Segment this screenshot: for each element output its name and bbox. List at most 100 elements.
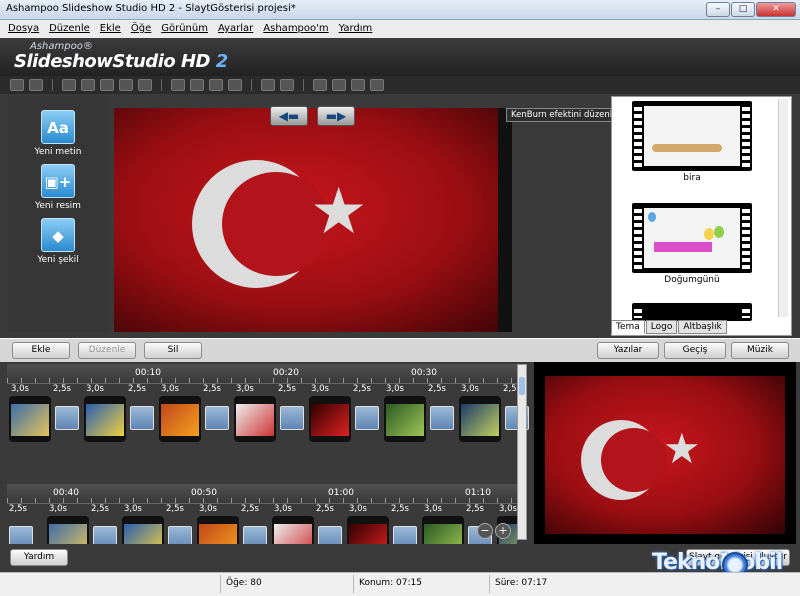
timeline-scrollbar[interactable] (517, 364, 527, 540)
timeline-clip[interactable] (272, 516, 314, 544)
flip-horizontal-icon[interactable] (370, 79, 384, 91)
zoom-out-icon[interactable] (209, 79, 223, 91)
maximize-button[interactable]: □ (731, 2, 755, 17)
timeline-clip[interactable] (384, 396, 426, 442)
zoom-fit-icon[interactable] (171, 79, 185, 91)
next-slide-button[interactable]: ▬▶ (317, 106, 355, 126)
timeline-clip[interactable] (122, 516, 164, 544)
transition-thumb[interactable] (355, 406, 379, 430)
add-button[interactable]: Ekle (12, 342, 70, 359)
theme-preview (644, 208, 740, 268)
rotate-right-icon[interactable] (332, 79, 346, 91)
transition-thumb[interactable] (130, 406, 154, 430)
clip-thumbnail (424, 524, 462, 544)
transition-thumb[interactable] (9, 526, 33, 544)
timeline-zoom: − + (477, 523, 511, 539)
preview-panel: ★ (534, 362, 796, 544)
close-button[interactable]: ✕ (756, 2, 796, 17)
menu-dosya[interactable]: Dosya (8, 23, 39, 35)
transition-thumb[interactable] (280, 406, 304, 430)
new-image-tool[interactable]: ▣+ Yeni resim (28, 164, 88, 211)
previous-slide-button[interactable]: ◀▬ (270, 106, 308, 126)
transition-thumb[interactable] (55, 406, 79, 430)
edit-button[interactable]: Düzenle (78, 342, 136, 359)
menu-oge[interactable]: Öğe (131, 23, 151, 35)
cut-icon[interactable] (62, 79, 76, 91)
rotate-left-icon[interactable] (313, 79, 327, 91)
new-shape-tool[interactable]: ◆ Yeni şekil (28, 218, 88, 265)
music-button[interactable]: Müzik (731, 342, 789, 359)
zoom-in-button[interactable]: + (495, 523, 511, 539)
menu-yardim[interactable]: Yardım (339, 23, 373, 35)
clip-duration: 3,0s (349, 504, 367, 514)
theme-thumb-bira[interactable] (632, 101, 752, 171)
toolbar-separator (161, 79, 162, 91)
timeline-clip[interactable] (459, 396, 501, 442)
tab-altbaslik[interactable]: Altbaşlık (678, 320, 727, 334)
timeline-clip[interactable] (9, 396, 51, 442)
help-button[interactable]: Yardım (10, 549, 68, 566)
undo-icon[interactable] (10, 79, 24, 91)
texts-button[interactable]: Yazılar (597, 342, 659, 359)
delete-button[interactable]: Sil (144, 342, 202, 359)
kenburn-button[interactable]: KenBurn efektini düzenle (506, 108, 623, 122)
menu-ekle[interactable]: Ekle (100, 23, 121, 35)
slide-canvas[interactable]: ★ (114, 108, 512, 332)
theme-label-bira: bira (683, 173, 701, 183)
paste-icon[interactable] (100, 79, 114, 91)
status-duration: Süre: 07:17 (495, 578, 548, 588)
transition-duration: 2,5s (316, 504, 334, 514)
menu-duzenle[interactable]: Düzenle (49, 23, 90, 35)
menu-ashampoom[interactable]: Ashampoo'm (263, 23, 328, 35)
timeline[interactable]: 00:10 00:20 00:30 3,0s 2,5s 3,0s 2,5s 3,0s 2,… (7, 362, 529, 544)
tab-tema[interactable]: Tema (611, 320, 645, 334)
menu-gorunum[interactable]: Görünüm (161, 23, 208, 35)
timeline-clip[interactable] (84, 396, 126, 442)
timeline-clip[interactable] (197, 516, 239, 544)
transition-thumb[interactable] (93, 526, 117, 544)
zoom-in-icon[interactable] (190, 79, 204, 91)
preview-flag-image: ★ (545, 376, 785, 534)
clipboard-icon[interactable] (119, 79, 133, 91)
new-shape-label: Yeni şekil (37, 255, 79, 265)
theme-preview (644, 106, 740, 166)
theme-panel: bira Doğumgünü (611, 96, 792, 336)
transition-thumb[interactable] (168, 526, 192, 544)
ruler-mark: 01:00 (328, 488, 354, 498)
send-back-icon[interactable] (280, 79, 294, 91)
new-text-tool[interactable]: Aa Yeni metin (28, 110, 88, 157)
transition-thumb[interactable] (318, 526, 342, 544)
transition-thumb[interactable] (393, 526, 417, 544)
timeline-clip[interactable] (47, 516, 89, 544)
status-separator (489, 575, 490, 593)
delete-icon[interactable] (138, 79, 152, 91)
timeline-clip[interactable] (234, 396, 276, 442)
bring-front-icon[interactable] (261, 79, 275, 91)
transition-thumb[interactable] (430, 406, 454, 430)
theme-scrollbar[interactable] (778, 99, 788, 317)
scrollbar-thumb[interactable] (519, 377, 525, 395)
transition-thumb[interactable] (205, 406, 229, 430)
theme-thumb-partial[interactable] (632, 303, 752, 321)
zoom-reset-icon[interactable] (228, 79, 242, 91)
copy-icon[interactable] (81, 79, 95, 91)
time-ruler: 00:40 00:50 01:00 01:10 (7, 484, 517, 504)
theme-thumb-dogumgunu[interactable] (632, 203, 752, 273)
tab-logo[interactable]: Logo (645, 320, 678, 334)
clip-thumbnail (311, 404, 349, 436)
brand-logo: SlideshowStudio HD 2 (14, 51, 228, 72)
timeline-clip[interactable] (309, 396, 351, 442)
flip-vertical-icon[interactable] (351, 79, 365, 91)
ruler-ticks (7, 378, 517, 383)
zoom-out-button[interactable]: − (477, 523, 493, 539)
toolbar-separator (251, 79, 252, 91)
redo-icon[interactable] (29, 79, 43, 91)
timeline-clip[interactable] (159, 396, 201, 442)
timeline-clip[interactable] (422, 516, 464, 544)
menu-ayarlar[interactable]: Ayarlar (218, 23, 253, 35)
transition-thumb[interactable] (243, 526, 267, 544)
minimize-button[interactable]: – (706, 2, 730, 17)
timeline-clip[interactable] (347, 516, 389, 544)
transition-button[interactable]: Geçiş (664, 342, 726, 359)
menu-bar: Dosya Düzenle Ekle Öğe Görünüm Ayarlar A… (0, 20, 800, 38)
